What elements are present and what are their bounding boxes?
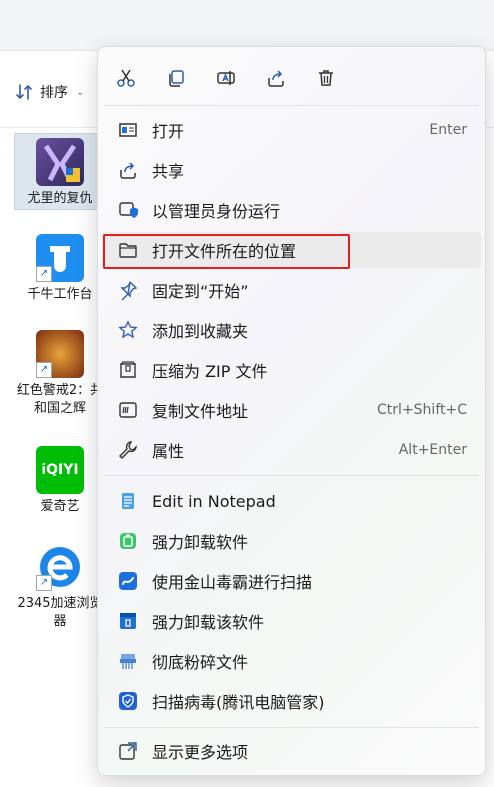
desktop-icon-redalert2[interactable]: ↗ 红色警戒2：共和国之辉 [12,330,108,418]
menu-item-label: 压缩为 ZIP 文件 [152,362,268,381]
menu-item-pin-to-start[interactable]: 固定到“开始” [102,272,481,308]
menu-item-shred-file[interactable]: 彻底粉碎文件 [102,643,481,679]
context-menu: 打开 Enter 共享 以管理员身份运行 打开文件所在的位置 固定到“开始” 添… [97,46,486,776]
rename-button[interactable] [211,63,241,93]
duba-icon [119,572,137,590]
menu-item-label: 以管理员身份运行 [152,202,281,221]
app-icon: ↗ [36,543,84,591]
menu-item-label: 添加到收藏夹 [152,322,249,341]
menu-item-scan-tencent[interactable]: 扫描病毒(腾讯电脑管家) [102,683,481,719]
more-options-icon [119,742,137,760]
share-icon [120,162,136,179]
notepad-icon [122,493,134,509]
app-icon [36,138,84,186]
sort-label: 排序 [40,85,68,101]
copy-path-icon [119,402,137,418]
menu-item-shortcut: Enter [429,122,467,138]
icon-label: 千牛工作台 [27,287,93,302]
rename-icon [217,71,235,85]
shortcut-arrow-icon: ↗ [36,362,52,378]
trash-icon [319,70,333,86]
quick-actions-row [98,63,485,93]
desktop-icon-qianniu[interactable]: ↗ 千牛工作台 [12,234,108,304]
menu-item-label: 固定到“开始” [152,282,249,301]
open-window-icon [119,123,137,137]
menu-item-label: 属性 [152,442,185,461]
uninstall-this-icon [120,613,136,629]
icon-label: 尤里的复仇 [27,191,93,206]
icon-label: 2345加速浏览器 [17,596,103,629]
menu-item-edit-in-notepad[interactable]: Edit in Notepad [102,483,481,519]
menu-item-shortcut: Ctrl+Shift+C [377,402,467,418]
folder-icon [119,243,137,258]
copy-icon [169,70,184,87]
menu-item-force-uninstall[interactable]: 强力卸载软件 [102,523,481,559]
share-icon [268,70,284,87]
menu-item-run-as-admin[interactable]: 以管理员身份运行 [102,192,481,228]
sort-button[interactable]: 排序 ⌄ [14,79,84,105]
delete-button[interactable] [311,63,341,93]
menu-item-open[interactable]: 打开 Enter [102,112,481,148]
menu-item-label: 强力卸载该软件 [152,613,265,632]
shortcut-arrow-icon: ↗ [36,575,52,591]
sort-icon [16,84,32,100]
menu-item-label: 彻底粉碎文件 [152,653,249,672]
menu-item-open-file-location[interactable]: 打开文件所在的位置 [102,232,481,268]
star-icon [118,320,138,339]
menu-item-label: 强力卸载软件 [152,533,249,552]
menu-separator [104,105,479,106]
menu-item-label: Edit in Notepad [152,491,276,511]
app-icon: ↗ [36,330,84,378]
wrench-icon [119,441,137,459]
scissors-icon [117,69,135,87]
menu-item-properties[interactable]: 属性 Alt+Enter [102,432,481,468]
menu-item-label: 共享 [152,162,185,181]
admin-shield-icon [119,202,138,218]
app-icon: ↗ [36,234,84,282]
app-icon: iQIYI [36,446,84,494]
menu-item-scan-duba[interactable]: 使用金山毒霸进行扫描 [102,563,481,599]
desktop-icon-yuri[interactable]: 尤里的复仇 [12,138,108,208]
address-area [0,0,494,51]
share-button[interactable] [261,63,291,93]
menu-item-copy-path[interactable]: 复制文件地址 Ctrl+Shift+C [102,392,481,428]
menu-item-show-more-options[interactable]: 显示更多选项 [102,733,481,769]
desktop-icon-2345[interactable]: ↗ 2345加速浏览器 [12,543,108,631]
chevron-down-icon: ⌄ [76,86,85,98]
icon-label: 爱奇艺 [40,499,80,514]
zip-icon [120,361,136,378]
shortcut-arrow-icon: ↗ [36,266,52,282]
menu-item-shortcut: Alt+Enter [398,442,467,458]
menu-separator [104,727,479,728]
menu-item-share[interactable]: 共享 [102,152,481,188]
menu-item-force-uninstall-this[interactable]: 强力卸载该软件 [102,603,481,639]
menu-item-label: 打开 [152,122,185,141]
tencent-shield-icon [119,692,137,710]
shredder-icon [120,654,136,669]
menu-separator [104,475,479,476]
pin-icon [120,281,138,300]
menu-item-label: 复制文件地址 [152,402,249,421]
menu-item-label: 扫描病毒(腾讯电脑管家) [152,693,325,712]
cut-button[interactable] [111,63,141,93]
desktop-icon-iqiyi[interactable]: iQIYI 爱奇艺 [12,446,108,516]
copy-button[interactable] [161,63,191,93]
menu-item-label: 打开文件所在的位置 [152,242,297,261]
menu-item-label: 显示更多选项 [152,743,249,762]
icon-label: 红色警戒2：共和国之辉 [16,383,104,416]
uninstall-icon [120,533,136,549]
menu-item-add-to-favorites[interactable]: 添加到收藏夹 [102,312,481,348]
menu-item-compress-zip[interactable]: 压缩为 ZIP 文件 [102,352,481,388]
menu-item-label: 使用金山毒霸进行扫描 [152,573,313,592]
